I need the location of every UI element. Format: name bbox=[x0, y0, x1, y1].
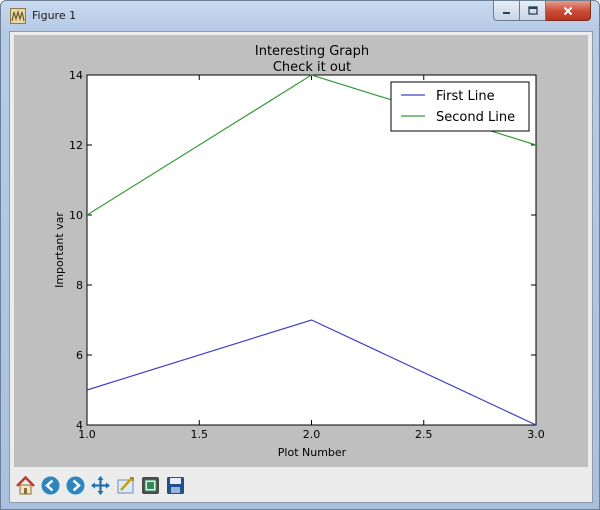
pan-button[interactable] bbox=[89, 474, 112, 497]
window-title: Figure 1 bbox=[32, 9, 77, 22]
back-button[interactable] bbox=[39, 474, 62, 497]
save-button[interactable] bbox=[164, 474, 187, 497]
y-tick-label: 10 bbox=[69, 209, 83, 222]
forward-arrow-icon bbox=[66, 476, 85, 494]
maximize-icon bbox=[527, 6, 538, 15]
home-icon bbox=[16, 475, 35, 494]
zoom-rect-icon bbox=[117, 476, 134, 493]
x-tick-label: 1.5 bbox=[191, 428, 209, 441]
configure-subplots-button[interactable] bbox=[139, 474, 162, 497]
back-arrow-icon bbox=[41, 476, 60, 494]
title-bar[interactable]: Figure 1 bbox=[1, 1, 599, 31]
forward-button[interactable] bbox=[64, 474, 87, 497]
line-chart: Interesting Graph Check it out 468101214… bbox=[53, 44, 545, 459]
pan-cross-icon bbox=[91, 475, 110, 495]
close-icon bbox=[563, 6, 573, 15]
maximize-button[interactable] bbox=[520, 1, 546, 21]
matplotlib-app-icon bbox=[10, 8, 26, 24]
y-tick-label: 6 bbox=[76, 349, 83, 362]
x-tick-label: 2.5 bbox=[415, 428, 433, 441]
x-tick-label: 1.0 bbox=[78, 428, 96, 441]
chart-subtitle: Check it out bbox=[273, 60, 351, 75]
y-tick-label: 14 bbox=[69, 69, 83, 82]
navigation-toolbar bbox=[14, 470, 210, 500]
legend-label-first: First Line bbox=[436, 89, 495, 104]
close-button[interactable] bbox=[546, 1, 591, 21]
subplots-icon bbox=[142, 476, 159, 494]
home-button[interactable] bbox=[14, 474, 37, 497]
figure-window: Figure 1 Interesting Graph Check it out … bbox=[0, 0, 600, 510]
x-tick-label: 2.0 bbox=[303, 428, 321, 441]
x-axis-label: Plot Number bbox=[278, 446, 347, 459]
minimize-button[interactable] bbox=[493, 1, 520, 21]
minimize-icon bbox=[503, 12, 510, 14]
x-tick-label: 3.0 bbox=[527, 428, 545, 441]
save-disk-icon bbox=[167, 476, 184, 494]
legend: First Line Second Line bbox=[390, 81, 530, 132]
chart-title: Interesting Graph bbox=[255, 44, 369, 59]
y-axis-label: Important var bbox=[53, 212, 66, 288]
figure-client-area: Interesting Graph Check it out 4 6 8 10 12 14… bbox=[9, 31, 593, 503]
zoom-button[interactable] bbox=[114, 474, 137, 497]
y-tick-label: 8 bbox=[76, 279, 83, 292]
legend-label-second: Second Line bbox=[436, 110, 515, 125]
y-tick-label: 12 bbox=[69, 139, 83, 152]
figure-canvas[interactable]: Interesting Graph Check it out 4 6 8 10 12 14… bbox=[14, 35, 588, 467]
